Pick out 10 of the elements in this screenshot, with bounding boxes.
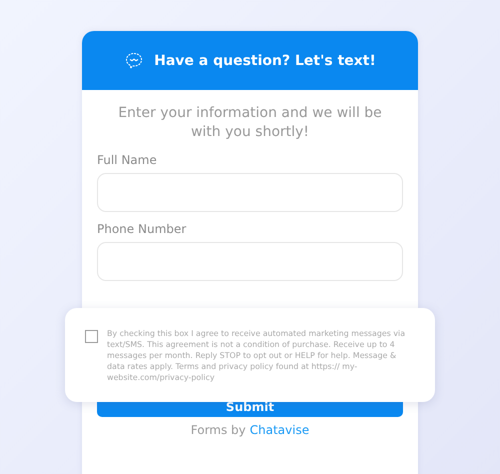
input-field[interactable]: [97, 242, 403, 281]
field-label: Phone Number: [97, 222, 188, 236]
form-subtitle: Enter your information and we will be with you shortly!: [117, 104, 383, 142]
form-title: Have a question? Let's text!: [154, 52, 376, 68]
chatavise-link[interactable]: Chatavise: [250, 423, 310, 437]
footer-text: Forms by: [190, 423, 246, 437]
input-field[interactable]: [97, 173, 403, 212]
consent-checkbox[interactable]: [85, 330, 98, 343]
field-label: Full Name: [97, 153, 158, 167]
chat-bubble-icon: [124, 50, 144, 70]
